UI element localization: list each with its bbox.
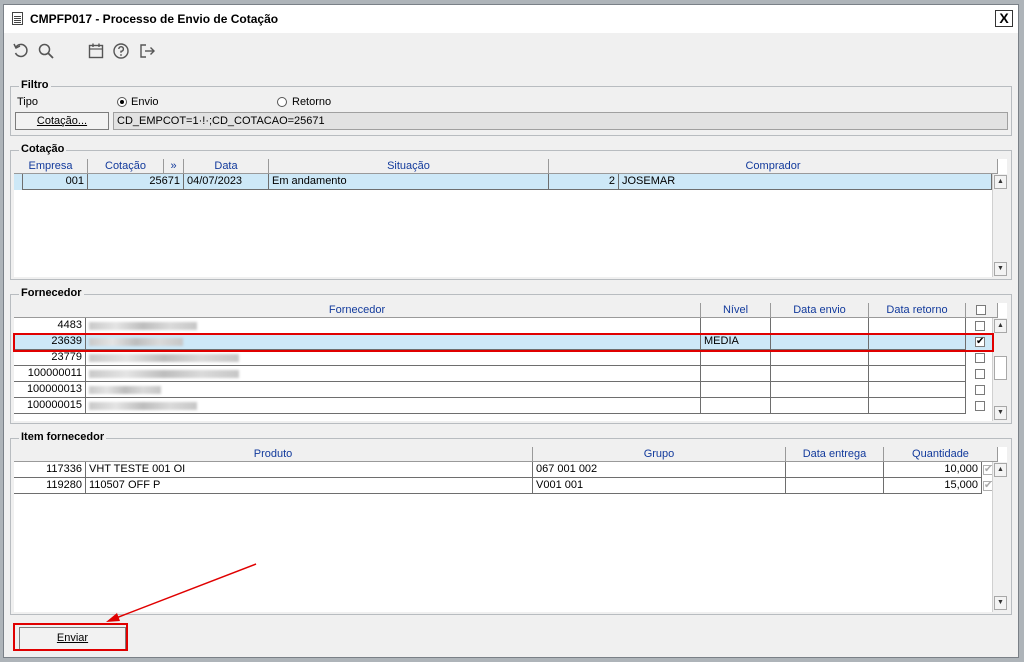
annotation-arrow-icon (106, 563, 257, 622)
